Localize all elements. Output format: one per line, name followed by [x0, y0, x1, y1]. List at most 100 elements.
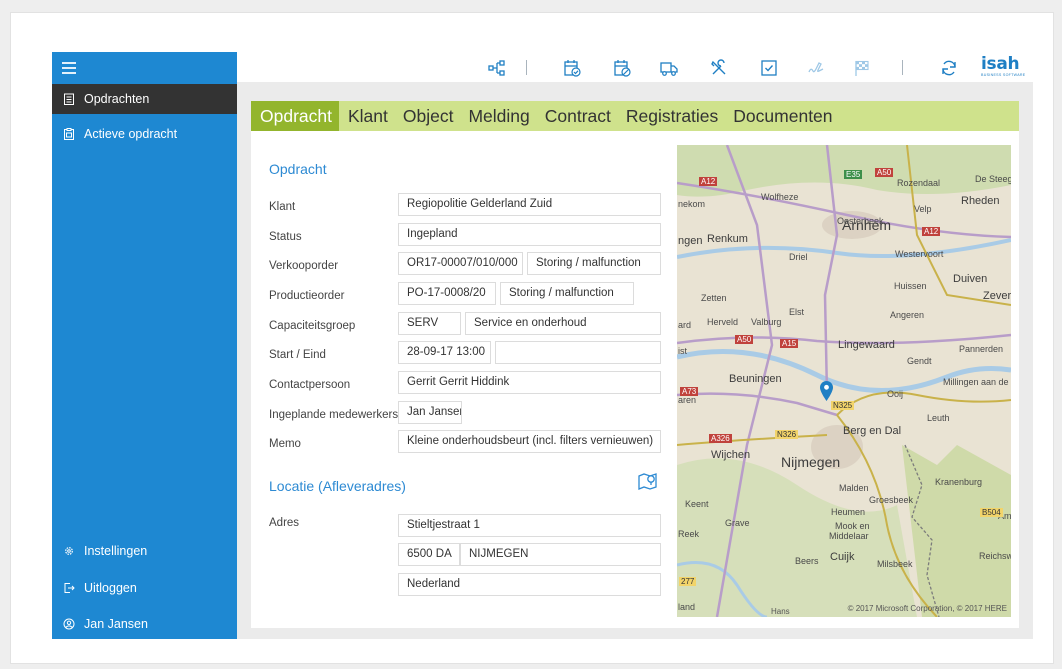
field-contactpersoon[interactable]: Gerrit Gerrit Hiddink [398, 371, 661, 394]
finish-flag-icon[interactable] [853, 59, 871, 77]
road-shield: E35 [844, 170, 863, 179]
field-klant[interactable]: Regiopolitie Gelderland Zuid [398, 193, 661, 216]
map-label-ist: ist [678, 346, 687, 356]
sidebar-item-instellingen[interactable]: Instellingen [52, 536, 237, 566]
map-label-driel: Driel [789, 252, 808, 262]
field-straat[interactable]: Stieltjestraat 1 [398, 514, 661, 537]
main-panel: Opdracht Klant Object Melding Contract R… [237, 82, 1033, 639]
tab-klant[interactable]: Klant [342, 101, 394, 131]
map-label-angeren: Angeren [890, 310, 925, 320]
tab-bar: Opdracht Klant Object Melding Contract R… [251, 101, 1019, 131]
clipboard-active-icon [63, 128, 75, 140]
field-productieorder-type[interactable]: Storing / malfunction [500, 282, 634, 305]
map-label-pannerden: Pannerden [959, 344, 1004, 354]
tools-icon[interactable] [710, 59, 728, 77]
label-adres: Adres [269, 517, 300, 529]
field-postcode[interactable]: 6500 DA [398, 543, 460, 566]
field-verkooporder[interactable]: OR17-00007/010/000 [398, 252, 523, 275]
road-shield: N326 [775, 430, 799, 439]
checkbox-icon[interactable] [760, 59, 778, 77]
label-klant: Klant [269, 201, 296, 213]
map-label-ngen: ngen [678, 235, 703, 247]
map-label-hans: Hans [771, 607, 790, 616]
map-label-westervoort: Westervoort [895, 249, 944, 259]
tab-object[interactable]: Object [397, 101, 460, 131]
map-pin-icon[interactable] [638, 471, 658, 491]
field-plaats[interactable]: NIJMEGEN [460, 543, 661, 566]
calendar-cancel-icon[interactable] [613, 59, 631, 77]
location-map[interactable]: Arnhem Nijmegen Renkum ngen Wolfheze nek… [677, 145, 1011, 617]
map-label-grave: Grave [725, 518, 750, 528]
sidebar-item-uitloggen[interactable]: Uitloggen [52, 573, 237, 603]
truck-icon[interactable] [660, 59, 678, 77]
sidebar-item-actieve-opdracht[interactable]: Actieve opdracht [52, 119, 237, 149]
label-start-eind: Start / Eind [269, 349, 326, 361]
field-verkooporder-type[interactable]: Storing / malfunction [527, 252, 661, 275]
section-title-opdracht: Opdracht [269, 161, 327, 177]
label-memo: Memo [269, 438, 301, 450]
map-label-de-steeg: De Steeg [975, 174, 1011, 184]
map-label-zevenaar: Zever [983, 290, 1011, 302]
map-label-duiven: Duiven [953, 273, 988, 285]
map-label-keent: Keent [685, 499, 709, 509]
map-label-nekom: nekom [678, 199, 706, 209]
field-land[interactable]: Nederland [398, 573, 661, 596]
field-memo[interactable]: Kleine onderhoudsbeurt (incl. filters ve… [398, 430, 661, 453]
hamburger-menu-icon[interactable] [62, 62, 76, 74]
map-label-oosterbeek: Oosterbeek [837, 216, 884, 226]
map-label-reichswald: Reichswa [979, 551, 1011, 561]
signature-icon[interactable] [807, 59, 825, 77]
road-shield: B504 [980, 508, 1003, 517]
map-label-milsbeek: Milsbeek [877, 559, 913, 569]
label-status: Status [269, 231, 302, 243]
map-label-nijmegen: Nijmegen [781, 454, 841, 470]
sidebar-item-user[interactable]: Jan Jansen [52, 609, 237, 639]
map-label-millingen: Millingen aan de R [943, 377, 1011, 387]
road-shield: A326 [709, 434, 732, 443]
label-verkooporder: Verkooporder [269, 260, 339, 272]
logout-icon [63, 582, 75, 594]
field-medewerkers[interactable]: Jan Jansen [398, 401, 462, 424]
field-capaciteitsgroep-name[interactable]: Service en onderhoud [465, 312, 661, 335]
map-label-valburg: Valburg [751, 317, 782, 327]
share-icon[interactable] [488, 59, 506, 77]
map-marker-icon[interactable] [820, 381, 833, 401]
map-copyright: © 2017 Microsoft Corporation, © 2017 HER… [847, 604, 1007, 613]
tab-contract[interactable]: Contract [539, 101, 617, 131]
map-label-groesbeek: Groesbeek [869, 495, 914, 505]
map-label-wijchen: Wijchen [711, 449, 751, 461]
map-label-wolfheze: Wolfheze [761, 192, 799, 202]
map-label-heumen: Heumen [831, 507, 866, 517]
map-label-kranenburg: Kranenburg [935, 477, 983, 487]
sidebar-item-label: Actieve opdracht [84, 127, 178, 141]
field-start[interactable]: 28-09-17 13:00 [398, 341, 491, 364]
map-label-mook: Mook en [835, 521, 870, 531]
sidebar-item-opdrachten[interactable]: Opdrachten [52, 84, 237, 114]
road-shield: A73 [680, 387, 699, 396]
map-label-elst: Elst [789, 307, 805, 317]
tab-melding[interactable]: Melding [462, 101, 535, 131]
map-label-cuijk: Cuijk [830, 551, 855, 563]
field-status[interactable]: Ingepland [398, 223, 661, 246]
user-icon [63, 618, 75, 630]
sidebar-item-label: Opdrachten [84, 92, 150, 106]
map-label-rheden: Rheden [961, 195, 1000, 207]
road-shield: A12 [699, 177, 718, 186]
field-capaciteitsgroep-code[interactable]: SERV [398, 312, 461, 335]
top-toolbar: isah BUSINESS SOFTWARE [237, 52, 1033, 82]
road-shield: N325 [831, 401, 855, 410]
map-label-reek: Reek [678, 529, 700, 539]
field-productieorder[interactable]: PO-17-0008/20 [398, 282, 496, 305]
field-eind[interactable] [495, 341, 661, 364]
label-capaciteitsgroep: Capaciteitsgroep [269, 320, 356, 332]
refresh-icon[interactable] [940, 59, 958, 77]
map-label-leuth: Leuth [927, 413, 950, 423]
map-label-lingewaard: Lingewaard [838, 339, 895, 351]
tab-registraties[interactable]: Registraties [620, 101, 724, 131]
map-label-huissen: Huissen [894, 281, 927, 291]
map-label-beers: Beers [795, 556, 819, 566]
tab-opdracht[interactable]: Opdracht [251, 101, 339, 131]
label-contactpersoon: Contactpersoon [269, 379, 351, 391]
tab-documenten[interactable]: Documenten [727, 101, 838, 131]
calendar-check-icon[interactable] [563, 59, 581, 77]
